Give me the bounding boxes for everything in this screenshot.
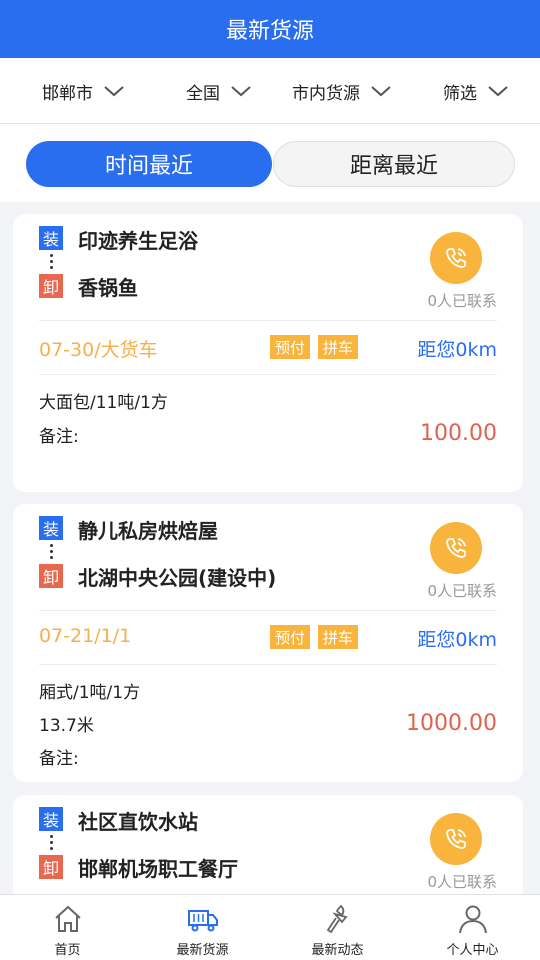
cargo-info: 大面包/11吨/1方 <box>39 393 168 413</box>
tab-home-label: 首页 <box>54 943 81 958</box>
unload-tag: 卸 <box>39 855 63 879</box>
phone-icon <box>446 538 466 558</box>
load-tag: 装 <box>39 516 63 540</box>
cargo-card[interactable]: 装 卸 静儿私房烘焙屋 北湖中央公园(建设中) 0人已联系 07-21/1/1 … <box>13 504 523 782</box>
phone-icon <box>446 248 466 268</box>
torch-icon <box>326 904 348 934</box>
distance: 距您0km <box>417 339 497 361</box>
vehicle-length: 13.7米 <box>39 716 94 736</box>
source-type-filter-label: 市内货源 <box>292 83 360 104</box>
load-place: 静儿私房烘焙屋 <box>78 519 218 543</box>
filter-bar: 邯郸市 全国 市内货源 筛选 <box>0 58 540 124</box>
call-button[interactable] <box>430 232 482 284</box>
cargo-list[interactable]: 装 卸 印迹养生足浴 香锅鱼 0人已联系 07-30/大货车 预付 拼车 距您0… <box>0 202 540 894</box>
load-tag: 装 <box>39 226 63 250</box>
chevron-down-icon <box>488 86 508 97</box>
unload-tag: 卸 <box>39 274 63 298</box>
divider <box>39 374 497 375</box>
region-filter-label: 全国 <box>186 83 220 104</box>
bottom-tab-bar: 首页 最新货源 最新动态 个人中心 <box>0 894 540 960</box>
divider <box>39 664 497 665</box>
divider <box>39 320 497 321</box>
tab-profile[interactable]: 个人中心 <box>405 895 540 960</box>
price: 1000.00 <box>406 711 497 736</box>
chevron-down-icon <box>104 86 124 97</box>
prepaid-badge: 预付 <box>270 625 311 649</box>
unload-place: 北湖中央公园(建设中) <box>78 566 277 590</box>
date-vehicle: 07-21/1/1 <box>39 625 132 647</box>
load-tag: 装 <box>39 807 63 831</box>
screen-filter[interactable]: 筛选 <box>443 58 509 124</box>
route-dots <box>49 833 53 851</box>
chevron-down-icon <box>371 86 391 97</box>
note: 备注: <box>39 427 79 447</box>
unload-place: 香锅鱼 <box>78 276 138 300</box>
sort-by-distance-button[interactable]: 距离最近 <box>273 141 515 187</box>
sort-by-time-button[interactable]: 时间最近 <box>26 141 272 187</box>
cargo-info: 厢式/1吨/1方 <box>39 683 141 703</box>
cargo-card[interactable]: 装 卸 社区直饮水站 邯郸机场职工餐厅 0人已联系 <box>13 795 523 894</box>
phone-icon <box>446 829 466 849</box>
load-place: 社区直饮水站 <box>78 810 198 834</box>
unload-tag: 卸 <box>39 564 63 588</box>
call-button[interactable] <box>430 522 482 574</box>
price: 100.00 <box>420 421 497 446</box>
route-dots <box>49 542 53 560</box>
screen-filter-label: 筛选 <box>443 83 477 104</box>
truck-icon <box>187 910 218 932</box>
city-filter[interactable]: 邯郸市 <box>42 58 125 124</box>
call-button[interactable] <box>430 813 482 865</box>
tab-latest-cargo[interactable]: 最新货源 <box>135 895 270 960</box>
divider <box>39 610 497 611</box>
distance: 距您0km <box>417 629 497 651</box>
tab-latest-news-label: 最新动态 <box>311 943 364 958</box>
contacted-count: 0人已联系 <box>427 582 497 600</box>
cargo-card[interactable]: 装 卸 印迹养生足浴 香锅鱼 0人已联系 07-30/大货车 预付 拼车 距您0… <box>13 214 523 492</box>
carpool-badge: 拼车 <box>318 625 359 649</box>
date-vehicle: 07-30/大货车 <box>39 339 158 361</box>
tab-latest-cargo-label: 最新货源 <box>176 943 229 958</box>
tab-latest-news[interactable]: 最新动态 <box>270 895 405 960</box>
home-icon <box>54 905 81 932</box>
unload-place: 邯郸机场职工餐厅 <box>78 857 238 881</box>
contacted-count: 0人已联系 <box>427 292 497 310</box>
tab-home[interactable]: 首页 <box>0 895 135 960</box>
sort-bar: 时间最近 距离最近 <box>0 124 540 202</box>
source-type-filter[interactable]: 市内货源 <box>292 58 392 124</box>
app-header: 最新货源 <box>0 0 540 58</box>
load-place: 印迹养生足浴 <box>78 229 198 253</box>
contacted-count: 0人已联系 <box>427 873 497 891</box>
city-filter-label: 邯郸市 <box>42 83 93 104</box>
prepaid-badge: 预付 <box>270 335 311 359</box>
note: 备注: <box>39 749 79 769</box>
tab-profile-label: 个人中心 <box>446 943 499 958</box>
region-filter[interactable]: 全国 <box>186 58 252 124</box>
route-dots <box>49 252 53 270</box>
chevron-down-icon <box>231 86 251 97</box>
page-title: 最新货源 <box>225 19 314 44</box>
user-icon <box>458 905 487 934</box>
carpool-badge: 拼车 <box>318 335 359 359</box>
